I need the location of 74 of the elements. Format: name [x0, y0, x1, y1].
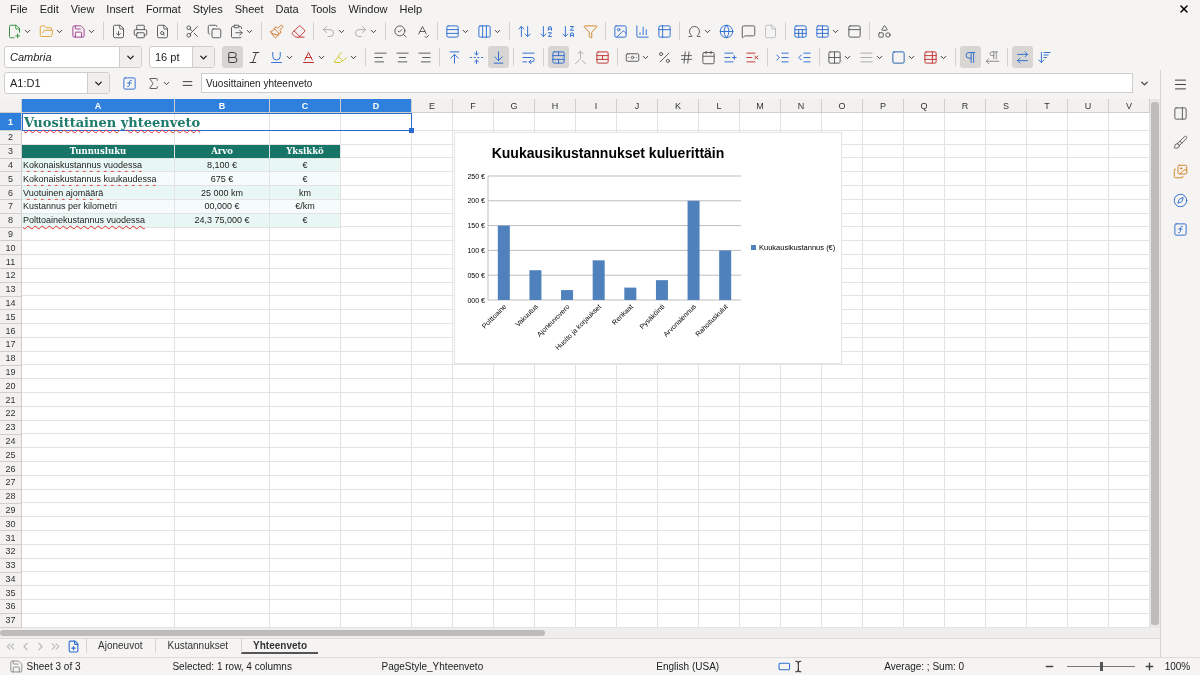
column-header[interactable]: O	[822, 99, 863, 113]
column-header[interactable]: F	[453, 99, 494, 113]
row-header[interactable]: 15	[0, 310, 22, 325]
column-header[interactable]: I	[576, 99, 617, 113]
column-header[interactable]: T	[1027, 99, 1068, 113]
column-header[interactable]: D	[341, 99, 412, 113]
menu-item[interactable]: Sheet	[228, 3, 270, 15]
table-header-cell: Arvo	[175, 144, 270, 159]
column-header[interactable]: J	[617, 99, 658, 113]
column-header[interactable]: E	[412, 99, 453, 113]
menu-item[interactable]: File	[4, 3, 34, 15]
column-header[interactable]: G	[494, 99, 535, 113]
language-status: English (USA)	[655, 661, 721, 672]
sheet-tab[interactable]: Ajoneuvot	[86, 639, 154, 655]
menu-item[interactable]: Data	[269, 3, 305, 15]
row-header[interactable]: 21	[0, 393, 22, 407]
row-header[interactable]: 6	[0, 186, 22, 200]
row-header[interactable]: 36	[0, 600, 22, 614]
table-cell: 25 000 km	[175, 186, 270, 200]
table-cell: 675 €	[175, 172, 270, 187]
column-header[interactable]: K	[658, 99, 699, 113]
row-header[interactable]: 11	[0, 255, 22, 269]
menu-item[interactable]: Insert	[100, 3, 140, 15]
row-header[interactable]: 25	[0, 448, 22, 463]
menu-item[interactable]: Tools	[304, 3, 343, 15]
column-header[interactable]: C	[270, 99, 341, 113]
column-header[interactable]: M	[740, 99, 781, 113]
menu-item[interactable]: Edit	[33, 3, 65, 15]
column-header[interactable]: Q	[904, 99, 945, 113]
column-header[interactable]: H	[535, 99, 576, 113]
column-header[interactable]: P	[863, 99, 904, 113]
menu-item[interactable]: Format	[139, 3, 187, 15]
menu-item[interactable]: Window	[342, 3, 394, 15]
table-header-cell: Yksikkö	[270, 144, 341, 159]
column-header[interactable]: S	[986, 99, 1027, 113]
sheet-indicator: Sheet 3 of 3	[26, 661, 82, 672]
font-name-field[interactable]: Cambria	[4, 46, 142, 68]
table-cell: km	[270, 186, 341, 200]
zoom-percent: 100%	[1163, 661, 1192, 672]
row-header[interactable]: 31	[0, 531, 22, 545]
column-header[interactable]: A	[22, 99, 175, 113]
column-header[interactable]: N	[781, 99, 822, 113]
row-header[interactable]: 10	[0, 241, 22, 256]
row-header[interactable]: 20	[0, 379, 22, 394]
row-header[interactable]: 5	[0, 172, 22, 187]
row-header[interactable]: 2	[0, 131, 22, 145]
row-header[interactable]: 30	[0, 517, 22, 532]
column-header[interactable]: R	[945, 99, 986, 113]
column-header[interactable]: L	[699, 99, 740, 113]
title-cell[interactable]: Vuosittainen yhteenveto	[22, 113, 412, 131]
table-cell: Kustannus per kilometri	[22, 200, 175, 214]
menu-item[interactable]: Styles	[186, 3, 229, 15]
column-header[interactable]: U	[1068, 99, 1109, 113]
selection-status: Selected: 1 row, 4 columns	[172, 661, 293, 672]
row-header[interactable]: 16	[0, 324, 22, 338]
formula-input[interactable]: Vuosittainen yhteenveto	[201, 73, 1133, 93]
column-header[interactable]: B	[175, 99, 270, 113]
page-style: PageStyle_Yhteenveto	[381, 661, 485, 672]
sheet-tab[interactable]: Kustannukset	[155, 639, 240, 655]
row-header[interactable]: 26	[0, 462, 22, 476]
sum-status: Average: ; Sum: 0	[883, 661, 966, 672]
menu-item[interactable]: View	[64, 3, 101, 15]
row-header[interactable]: 35	[0, 586, 22, 601]
row-header[interactable]: 1	[0, 113, 22, 131]
name-box[interactable]: A1:D1	[4, 72, 110, 94]
sheet-tab[interactable]: Yhteenveto	[241, 639, 318, 655]
table-cell: Vuotuinen ajomäärä	[22, 186, 175, 200]
menu-item[interactable]: Help	[393, 3, 429, 15]
table-header-cell: Tunnusluku	[22, 144, 175, 159]
table-cell: Kokonaiskustannus kuukaudessa	[22, 172, 175, 187]
font-size-field[interactable]: 16 pt	[149, 46, 215, 68]
column-header[interactable]: V	[1109, 99, 1150, 113]
chart-title: Kuukausikustannukset kuluerittäin	[491, 145, 725, 161]
table-cell: €	[270, 172, 341, 187]
